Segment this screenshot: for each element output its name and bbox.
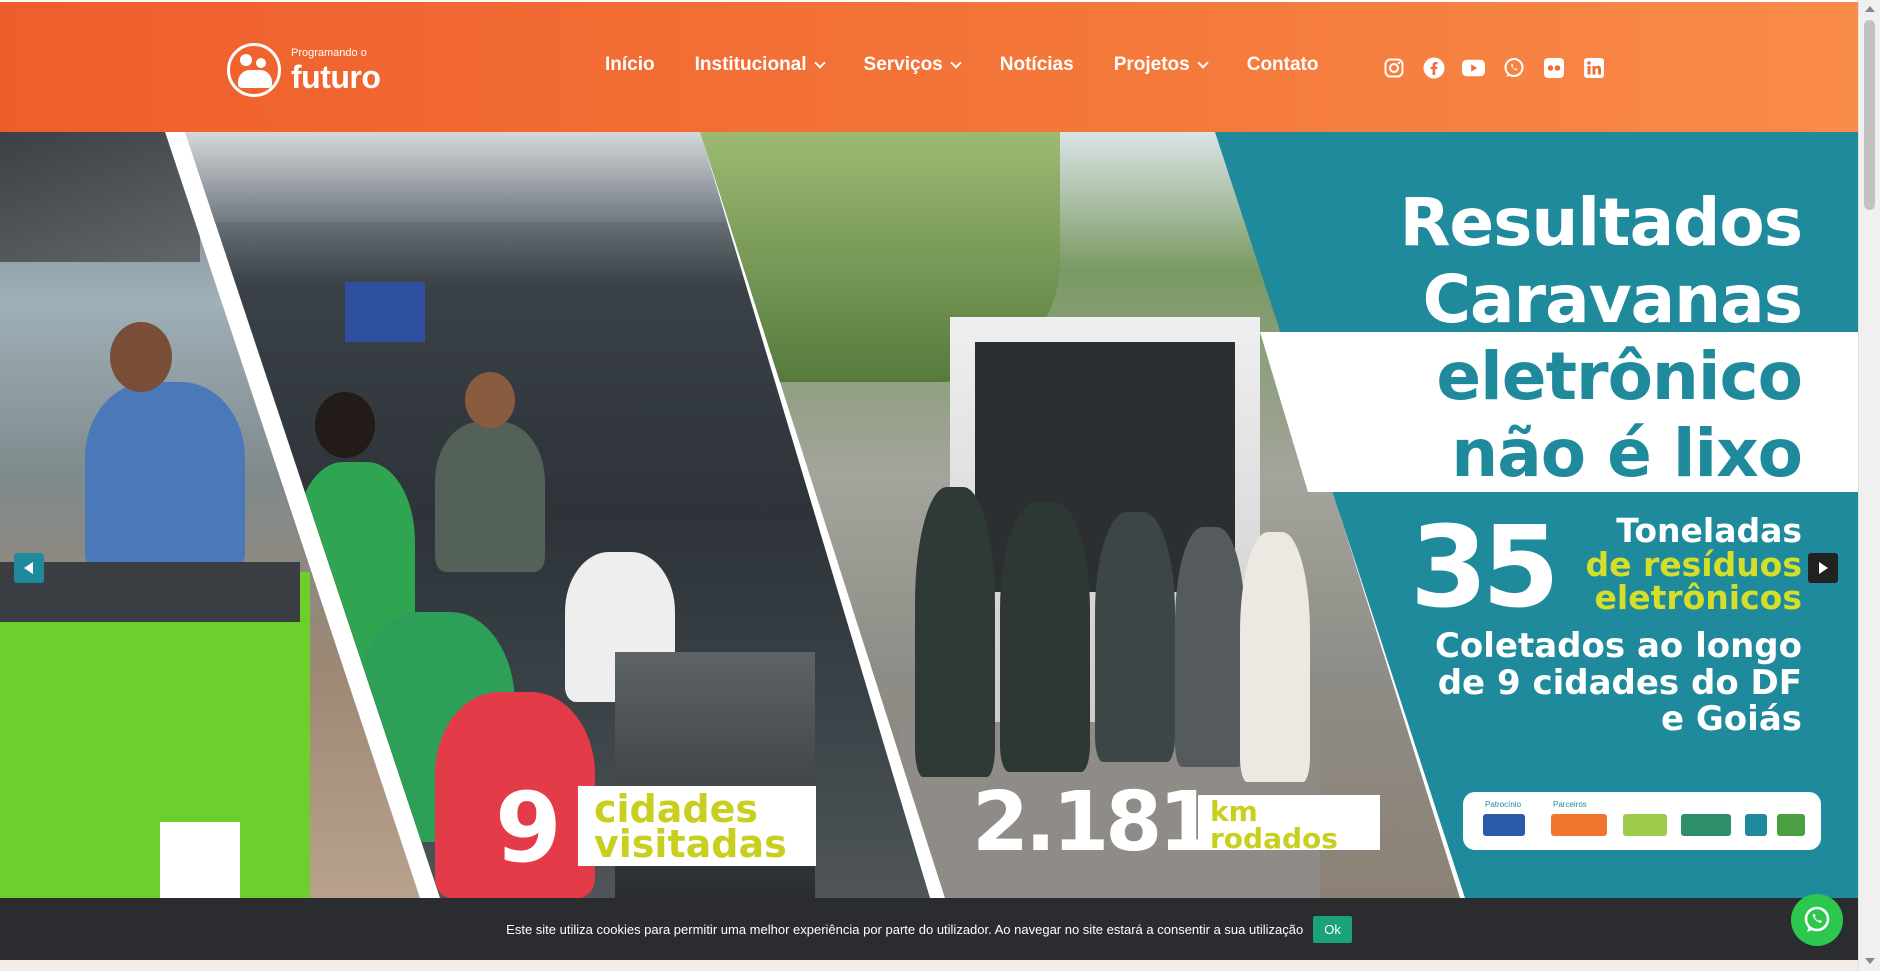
nav-item-servicos[interactable]: Serviços (863, 54, 962, 76)
hero-title-line-2: Caravanas (1422, 261, 1803, 338)
cookie-text: Este site utiliza cookies para permitir … (506, 921, 1304, 937)
hero-title-line-4: não é lixo (1451, 415, 1803, 492)
nav-item-institucional[interactable]: Institucional (694, 54, 826, 76)
photo-student-head (315, 392, 375, 458)
facebook-icon[interactable] (1422, 56, 1445, 79)
hero-slider: Resultados Caravanas eletrônico não é li… (0, 132, 1858, 898)
goias-logo (1777, 814, 1805, 836)
logo-small-text: Programando o (291, 46, 367, 59)
photo-guide-head (465, 372, 515, 428)
nav-label: Projetos (1113, 54, 1190, 75)
sesi-logo (1483, 814, 1525, 836)
programando-futuro-logo (1551, 814, 1607, 836)
scroll-up-icon[interactable] (1865, 6, 1875, 12)
whatsapp-icon (1804, 906, 1830, 932)
collected-text: Coletados ao longo de 9 cidades do DF e … (1435, 628, 1802, 738)
linkedin-icon[interactable] (1582, 56, 1605, 79)
collected-line-2: de 9 cidades do DF (1437, 662, 1802, 703)
partner-logo (1745, 814, 1767, 836)
bus-screen (345, 282, 425, 342)
page-bottom-strip (0, 960, 1858, 971)
bus-ceiling (185, 132, 785, 222)
site-logo[interactable]: Programando o futuro (227, 42, 381, 98)
nav-item-inicio[interactable]: Início (605, 54, 655, 76)
nav-label: Notícias (999, 54, 1074, 75)
tonnes-label-line-3: eletrônicos (1594, 578, 1802, 618)
cities-label-line-2: visitadas (594, 821, 787, 866)
photo-guide (435, 422, 545, 572)
cities-number: 9 (495, 772, 562, 884)
flickr-icon[interactable] (1542, 56, 1565, 79)
cookie-ok-button[interactable]: Ok (1313, 915, 1352, 943)
km-label-box: km rodados (1198, 795, 1380, 855)
tonnes-label-line-2: de resíduos (1585, 544, 1802, 584)
site-header: Programando o futuro Início Instituciona… (0, 2, 1858, 132)
sponsorship-label: Patrocínio (1485, 800, 1522, 809)
collection-box-top (0, 562, 300, 622)
main-nav: Início Institucional Serviços Notícias P… (605, 54, 1358, 76)
logo-mark-icon (227, 43, 281, 97)
arrow-right-icon (1819, 562, 1828, 574)
scrollbar[interactable] (1858, 0, 1880, 971)
hero-title-line-3: eletrônico (1436, 338, 1803, 415)
chevron-down-icon (1197, 56, 1209, 69)
tonnes-label: Toneladas de resíduos eletrônicos (1585, 514, 1802, 615)
nav-label: Contato (1246, 54, 1319, 75)
partners-label: Parceiros (1553, 800, 1587, 809)
slider-next-button[interactable] (1808, 553, 1838, 583)
sponsors-box: Patrocínio Parceiros (1463, 792, 1821, 850)
km-number: 2.181 (972, 775, 1215, 870)
photo-team-member (1240, 532, 1310, 782)
photo-team-member (1175, 527, 1245, 767)
collected-line-3: e Goiás (1661, 699, 1802, 740)
photo-person-head (110, 322, 172, 392)
nav-item-contato[interactable]: Contato (1247, 54, 1319, 76)
hero-title-line-1: Resultados (1399, 184, 1803, 261)
whatsapp-float-button[interactable] (1791, 894, 1843, 946)
logo-text: Programando o futuro (291, 46, 381, 95)
logo-big-text: futuro (291, 58, 381, 95)
tonnes-number: 35 (1410, 503, 1560, 633)
nav-label: Início (605, 54, 655, 75)
page: Programando o futuro Início Instituciona… (0, 0, 1858, 971)
green-eletron-logo (1623, 814, 1667, 836)
photo-team-member (1095, 512, 1175, 762)
slider-prev-button[interactable] (14, 553, 44, 583)
nav-item-noticias[interactable]: Notícias (1000, 54, 1074, 76)
photo-person (85, 382, 245, 572)
nav-item-projetos[interactable]: Projetos (1113, 54, 1209, 76)
chevron-down-icon (813, 56, 826, 69)
scroll-down-icon[interactable] (1865, 958, 1875, 964)
whatsapp-icon[interactable] (1502, 56, 1525, 79)
tonnes-label-line-1: Toneladas (1616, 511, 1802, 550)
roof-structure (0, 132, 200, 262)
instagram-icon[interactable] (1382, 56, 1405, 79)
nav-label: Institucional (694, 54, 807, 75)
sukatech-logo (1681, 814, 1731, 836)
qr-code (160, 822, 240, 898)
cities-label-box: cidades visitadas (578, 786, 816, 866)
collected-line-1: Coletados ao longo (1434, 626, 1802, 666)
social-links (1382, 56, 1605, 79)
photo-team-member (915, 487, 995, 777)
youtube-icon[interactable] (1462, 56, 1485, 79)
chevron-down-icon (950, 56, 962, 69)
scroll-thumb[interactable] (1864, 20, 1875, 210)
cookie-banner: Este site utiliza cookies para permitir … (0, 898, 1858, 960)
km-label-line-2: rodados (1210, 821, 1338, 855)
arrow-left-icon (24, 562, 33, 574)
nav-label: Serviços (863, 54, 943, 75)
photo-team-member (1000, 502, 1090, 772)
